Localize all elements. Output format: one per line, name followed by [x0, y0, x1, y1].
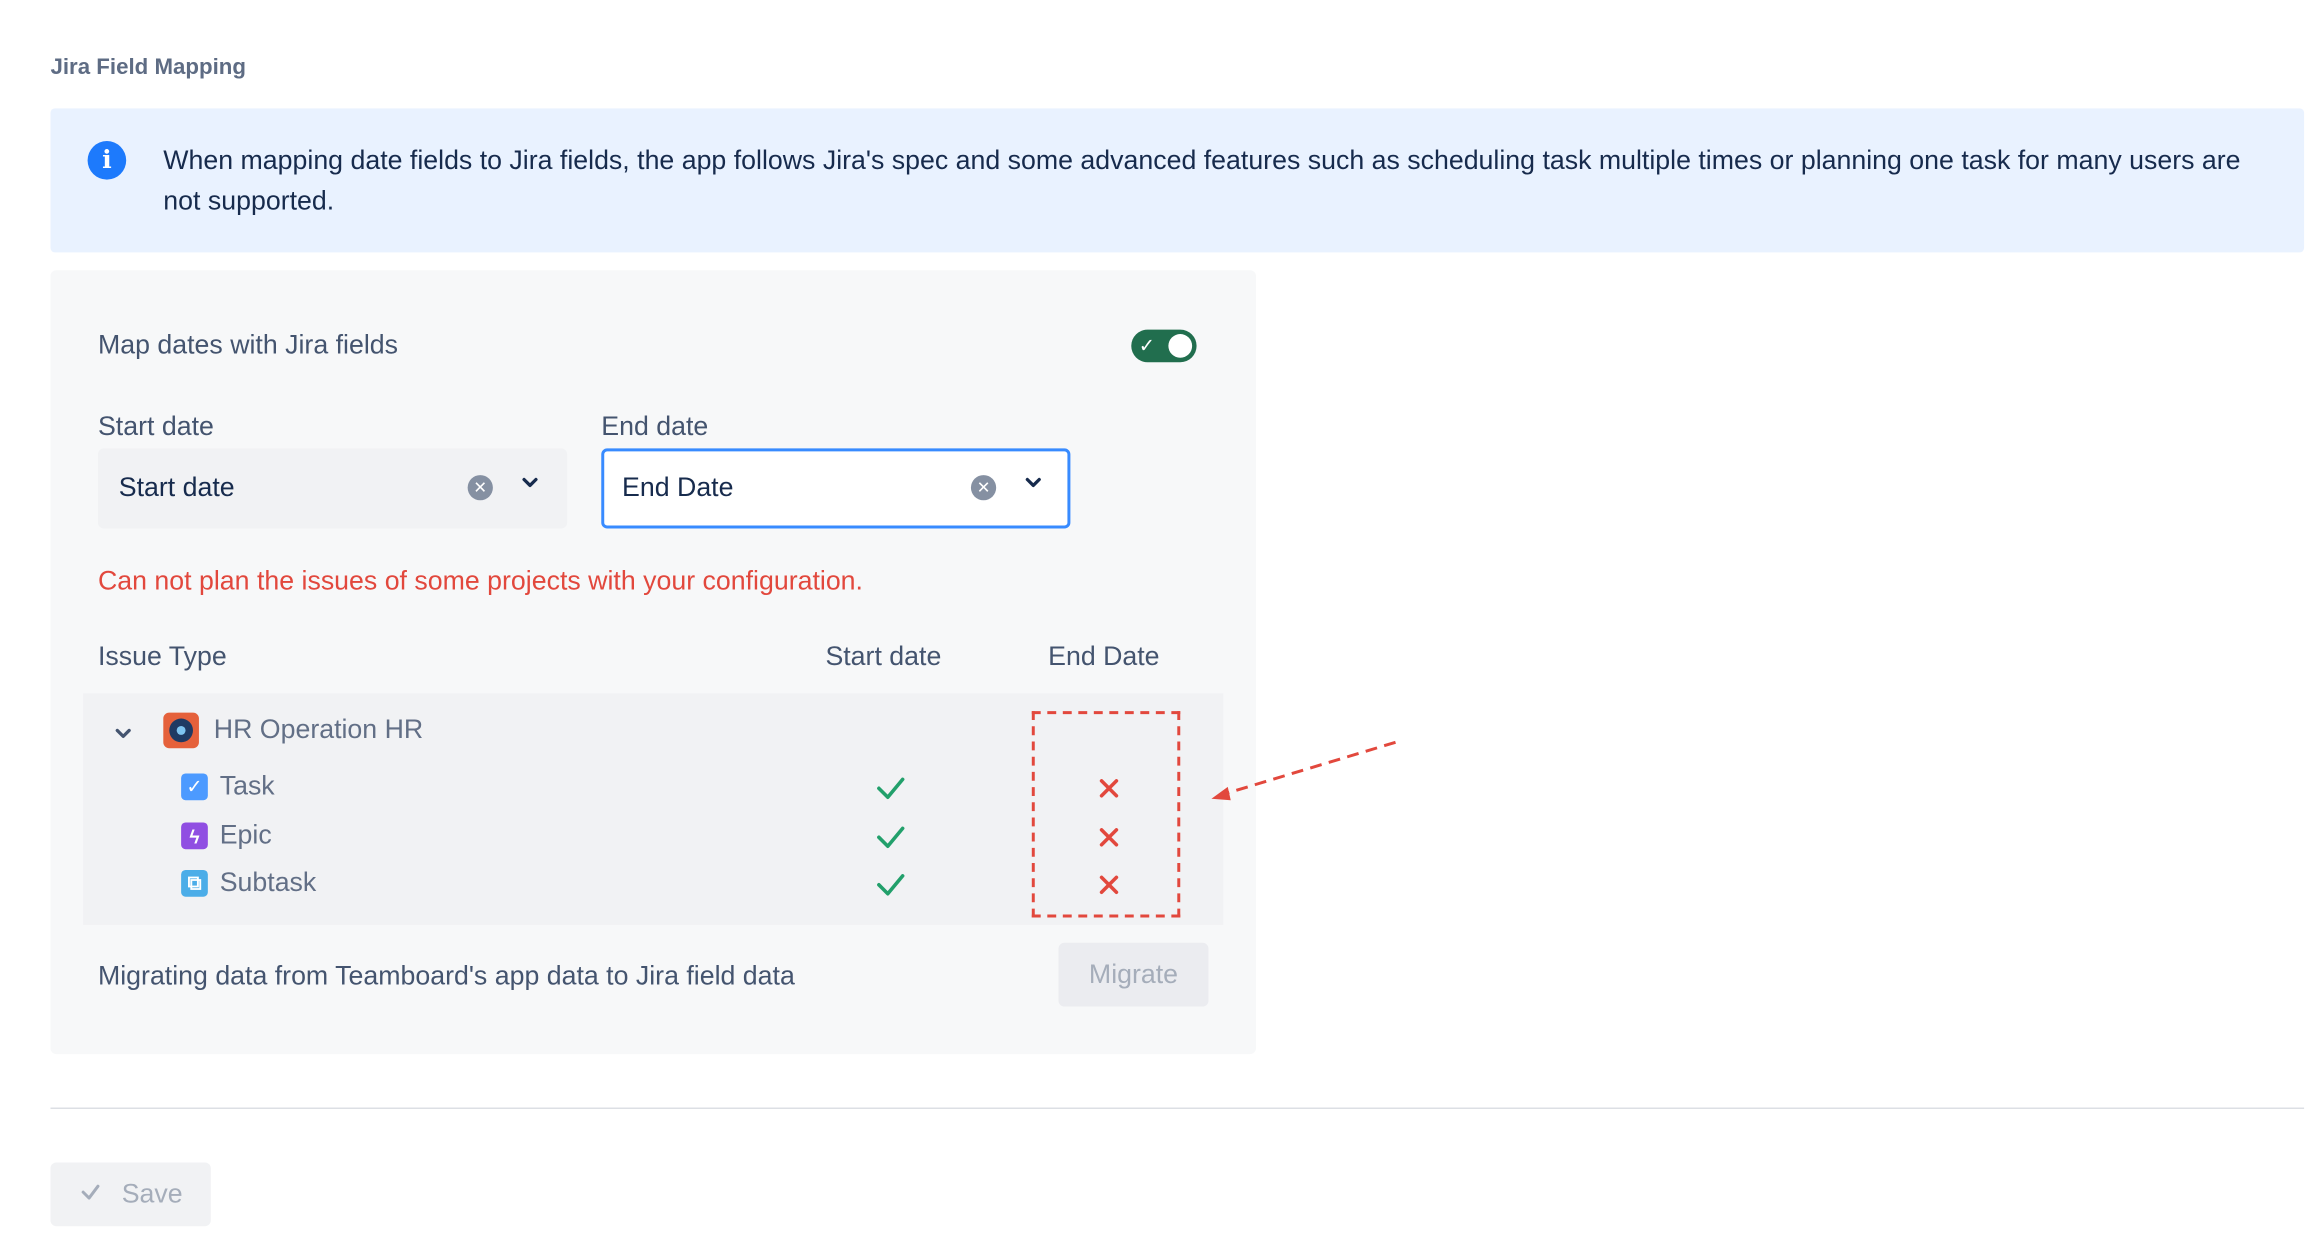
chevron-down-icon[interactable]	[520, 472, 541, 493]
check-icon	[877, 826, 905, 849]
epic-icon: ϟ	[181, 822, 208, 850]
info-banner-text: When mapping date fields to Jira fields,…	[163, 145, 2241, 216]
toggle-check-icon: ✓	[1138, 334, 1155, 357]
issue-type-name: Epic	[219, 819, 272, 850]
clear-icon[interactable]: ✕	[467, 475, 493, 501]
col-issue-type: Issue Type	[97, 641, 227, 672]
toggle-knob	[1168, 334, 1193, 358]
mapping-card: Map dates with Jira fields ✓ Start date …	[50, 270, 1256, 1055]
issue-type-name: Subtask	[219, 867, 317, 897]
chevron-down-icon[interactable]	[113, 723, 134, 744]
migrate-button[interactable]: Migrate	[1058, 942, 1209, 1007]
project-avatar	[163, 712, 199, 749]
col-start-date: Start date	[825, 641, 942, 672]
divider	[50, 1107, 2305, 1109]
map-dates-label: Map dates with Jira fields	[97, 329, 399, 360]
section-title: Jira Field Mapping	[50, 54, 246, 81]
configuration-error: Can not plan the issues of some projects…	[97, 565, 863, 596]
map-dates-toggle[interactable]: ✓	[1131, 329, 1197, 363]
task-icon: ✓	[181, 773, 208, 801]
start-date-select[interactable]: Start date ✕	[97, 448, 568, 529]
info-banner: i When mapping date fields to Jira field…	[50, 108, 2305, 253]
check-icon	[877, 777, 905, 800]
check-icon	[877, 874, 905, 896]
end-date-label: End date	[601, 411, 709, 441]
save-label: Save	[121, 1178, 183, 1209]
end-date-value: End Date	[622, 472, 734, 502]
start-date-label: Start date	[97, 411, 214, 441]
save-button[interactable]: Save	[50, 1162, 211, 1227]
end-date-select[interactable]: End Date ✕	[601, 448, 1071, 529]
annotation-arrow-icon	[1211, 740, 1396, 801]
chevron-down-icon[interactable]	[1023, 472, 1044, 493]
start-date-value: Start date	[118, 472, 235, 502]
subtask-icon: ⧉	[181, 869, 208, 897]
project-name: HR Operation HR	[213, 714, 424, 744]
info-icon: i	[87, 141, 127, 180]
col-end-date: End Date	[1048, 641, 1160, 672]
jira-field-mapping-page: Jira Field Mapping i When mapping date f…	[0, 0, 2316, 1254]
issue-type-name: Task	[219, 770, 275, 801]
clear-icon[interactable]: ✕	[970, 475, 997, 501]
end-date-highlight-box	[1031, 711, 1181, 918]
check-icon	[81, 1184, 100, 1200]
migrate-description: Migrating data from Teamboard's app data…	[97, 960, 795, 991]
